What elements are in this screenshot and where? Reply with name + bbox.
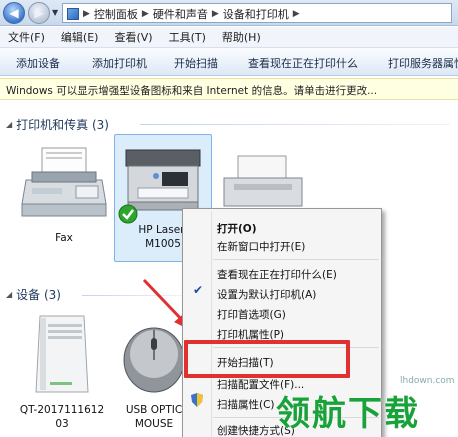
menu-separator [213,259,379,260]
group-divider [140,124,450,125]
recent-pages-dropdown[interactable]: ▼ [52,8,58,17]
device-fax[interactable]: Fax [20,144,108,248]
chevron-right-icon[interactable]: ▶ [142,9,149,19]
menu-item-open[interactable]: 打开(O) [217,221,257,236]
watermark-logo: 领航下载 [276,394,420,434]
chevron-right-icon[interactable]: ▶ [293,9,300,19]
menu-item-open-new-window[interactable]: 在新窗口中打开(E) [217,239,305,254]
collapse-triangle-icon[interactable]: ◢ [6,290,12,299]
breadcrumb-devices-printers[interactable]: 设备和打印机 [223,6,289,22]
breadcrumb-control-panel[interactable]: 控制面板 [94,6,138,22]
checkmark-icon: ✔ [193,283,204,297]
print-server-properties-button[interactable]: 打印服务器属性 [388,55,458,71]
annotation-highlight-box [184,340,350,378]
device-printer-3[interactable] [220,150,306,210]
menu-tools[interactable]: 工具(T) [161,29,214,45]
printer-icon [223,155,303,207]
menu-item-print-preferences[interactable]: 打印首选项(G) [217,307,286,322]
group-title-printers: 打印机和传真 (3) [16,118,109,132]
computer-tower-icon [35,315,89,393]
device-label-mouse-line2: MOUSE [134,418,174,430]
group-header-devices[interactable]: ◢ 设备 (3) [6,286,61,303]
command-bar: 添加设备 添加打印机 开始扫描 查看现在正在打印什么 打印服务器属性 [0,48,458,76]
watermark-url: lhdown.com [400,376,455,386]
add-printer-button[interactable]: 添加打印机 [92,55,147,71]
menu-edit[interactable]: 编辑(E) [53,29,107,45]
breadcrumb-hardware-sound[interactable]: 硬件和声音 [153,6,208,22]
menu-item-see-printing[interactable]: 查看现在正在打印什么(E) [217,267,337,282]
device-label-computer-line2: 03 [55,418,69,430]
menu-file[interactable]: 文件(F) [0,29,53,45]
add-device-button[interactable]: 添加设备 [16,55,60,71]
group-header-printers[interactable]: ◢ 打印机和传真 (3) [6,116,109,133]
breadcrumb[interactable]: ▶ 控制面板 ▶ 硬件和声音 ▶ 设备和打印机 ▶ [62,3,452,23]
address-bar: ◀ ▶ ▼ ▶ 控制面板 ▶ 硬件和声音 ▶ 设备和打印机 ▶ [0,0,458,26]
start-scan-button[interactable]: 开始扫描 [174,55,218,71]
uac-shield-icon [191,393,203,407]
device-label-fax: Fax [55,232,73,244]
chevron-right-icon[interactable]: ▶ [83,9,90,19]
device-computer[interactable]: QT-2017111612 03 [14,312,110,432]
menu-bar: 文件(F) 编辑(E) 查看(V) 工具(T) 帮助(H) [0,27,458,48]
see-printing-button[interactable]: 查看现在正在打印什么 [248,55,358,71]
forward-button[interactable]: ▶ [28,2,50,24]
device-label-mouse-line1: USB OPTIC [125,404,183,416]
info-bar-text: Windows 可以显示增强型设备图标和来自 Internet 的信息。请单击进… [6,85,378,97]
device-label-computer-line1: QT-2017111612 [19,404,105,416]
menu-item-set-default[interactable]: 设置为默认打印机(A) [217,287,316,302]
default-printer-check-icon [118,204,138,224]
fax-icon [21,147,107,217]
info-bar[interactable]: Windows 可以显示增强型设备图标和来自 Internet 的信息。请单击进… [0,78,458,100]
menu-view[interactable]: 查看(V) [106,29,160,45]
collapse-triangle-icon[interactable]: ◢ [6,120,12,129]
menu-help[interactable]: 帮助(H) [214,29,269,45]
menu-item-scan-properties[interactable]: 扫描属性(C) [217,397,275,412]
chevron-right-icon[interactable]: ▶ [212,9,219,19]
group-title-devices: 设备 (3) [16,288,61,302]
menu-gutter [211,211,212,437]
back-button[interactable]: ◀ [3,2,25,24]
control-panel-icon [67,8,79,20]
